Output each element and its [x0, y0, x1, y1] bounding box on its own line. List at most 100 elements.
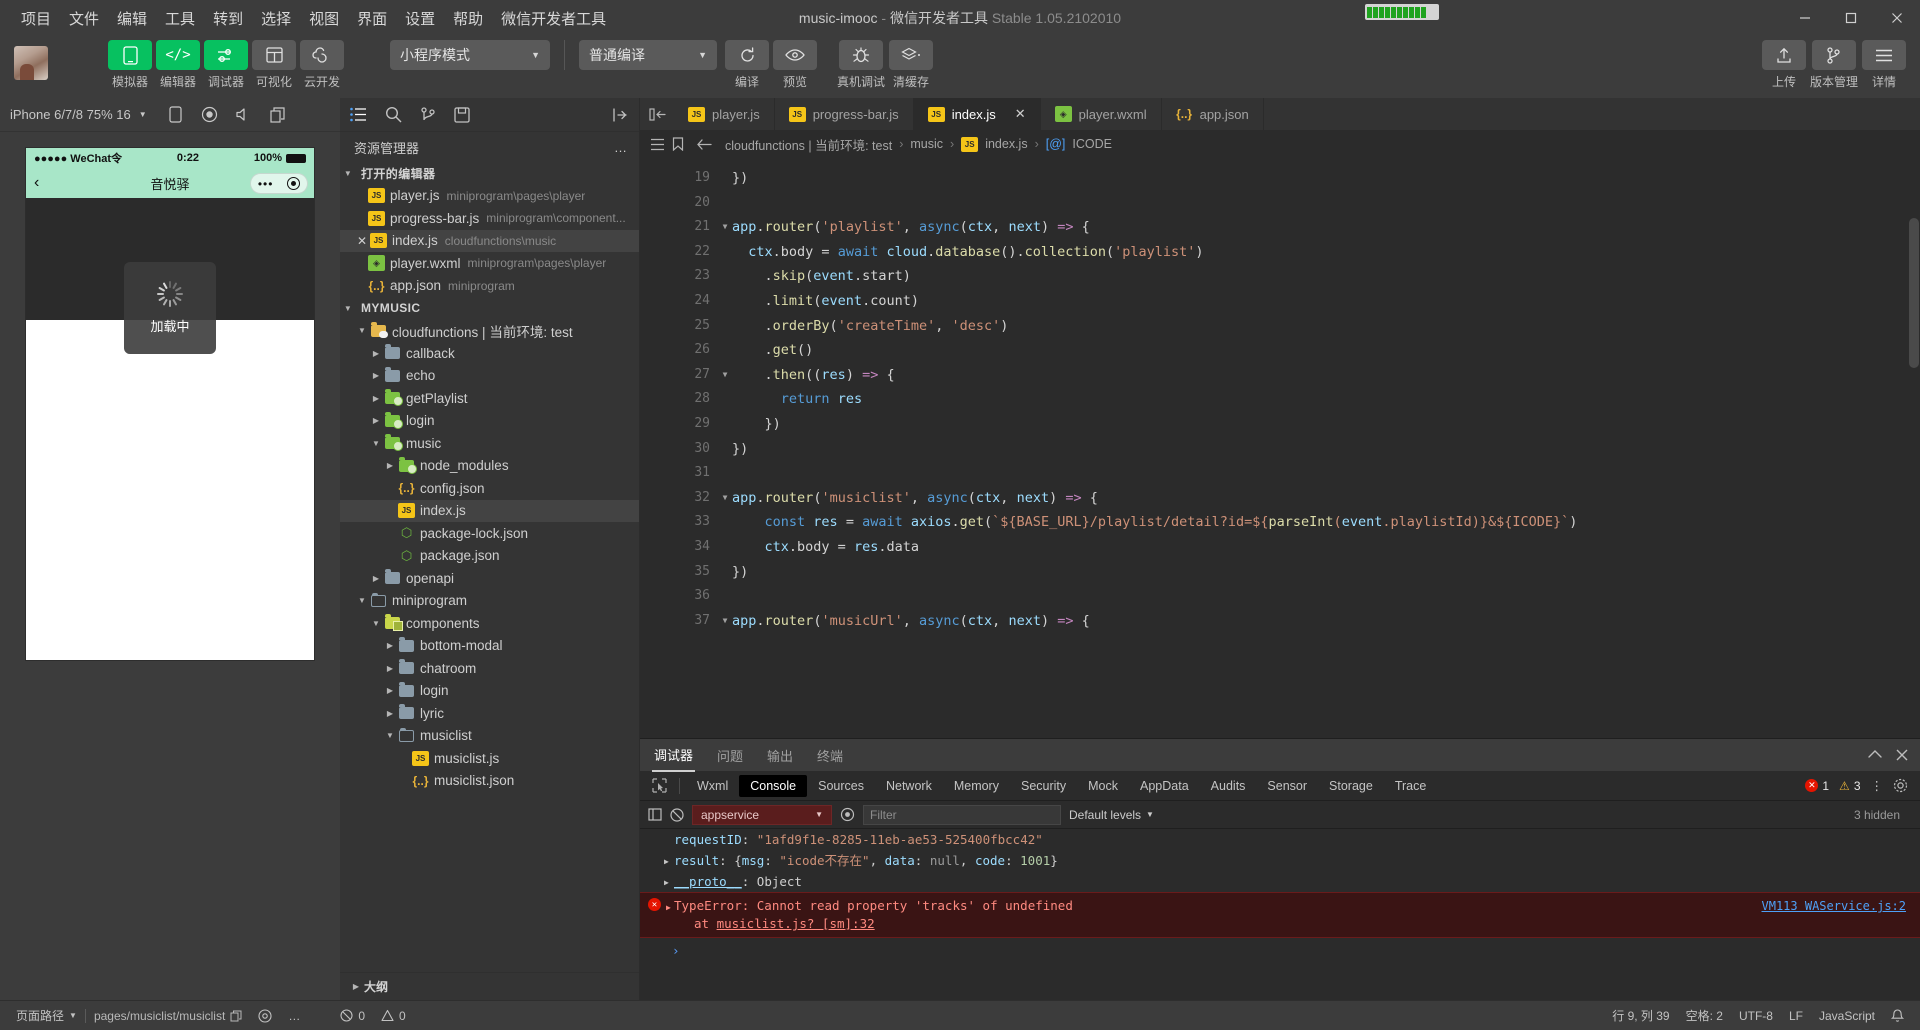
- chevron-right-icon[interactable]: ▶: [368, 371, 384, 380]
- chevron-up-icon[interactable]: [1868, 749, 1882, 761]
- line-ending[interactable]: LF: [1781, 1001, 1811, 1030]
- toggle-cloud[interactable]: 云开发: [300, 40, 344, 90]
- page-path-value-item[interactable]: pages/musiclist/musiclist: [86, 1001, 250, 1030]
- toggle-debugger[interactable]: 调试器: [204, 40, 248, 90]
- chevron-right-icon[interactable]: ▶: [382, 686, 398, 695]
- real-device-debug-button[interactable]: 真机调试: [837, 40, 885, 90]
- project-item-10[interactable]: ▶⬡ package.json: [340, 545, 639, 568]
- phone-close-target-icon[interactable]: [287, 177, 301, 190]
- clear-console-icon[interactable]: [670, 807, 684, 822]
- toggle-editor[interactable]: </> 编辑器: [156, 40, 200, 90]
- project-item-16[interactable]: ▶ login: [340, 680, 639, 703]
- scrollbar-thumb[interactable]: [1909, 218, 1919, 368]
- project-item-19[interactable]: ▶JS musiclist.js: [340, 747, 639, 770]
- warning-badge[interactable]: ⚠ 3: [1839, 779, 1860, 793]
- phone-rotate-icon[interactable]: [159, 100, 193, 130]
- menu-item-5[interactable]: 选择: [252, 4, 300, 33]
- chevron-down-icon[interactable]: ▼: [382, 731, 398, 740]
- chevron-right-icon[interactable]: ▶: [368, 394, 384, 403]
- open-editor-item-0[interactable]: JS player.js miniprogram\pages\player: [340, 185, 639, 208]
- avatar[interactable]: [14, 46, 48, 80]
- bookmark-icon[interactable]: [672, 137, 684, 151]
- devtools-tab-1[interactable]: Console: [739, 774, 808, 797]
- project-item-5[interactable]: ▼ music: [340, 432, 639, 455]
- chevron-right-icon[interactable]: ▶: [368, 349, 384, 358]
- status-eye-button[interactable]: [250, 1001, 280, 1030]
- minimize-button[interactable]: [1782, 0, 1828, 36]
- inspect-icon[interactable]: [646, 778, 673, 793]
- devtools-tab-5[interactable]: Security: [1010, 775, 1077, 797]
- chevron-right-icon[interactable]: ▶: [382, 641, 398, 650]
- debugger-panel-tab-0[interactable]: 调试器: [652, 739, 696, 772]
- fold-chevron-down-icon[interactable]: ▼: [718, 215, 732, 240]
- console-error-entry[interactable]: ✕ ▶ TypeError: Cannot read property 'tra…: [640, 892, 1920, 938]
- project-item-7[interactable]: ▶{..} config.json: [340, 477, 639, 500]
- record-icon[interactable]: [193, 100, 227, 130]
- mode-select[interactable]: 小程序模式 ▼: [390, 40, 550, 70]
- fold-chevron-down-icon[interactable]: ▼: [718, 486, 732, 511]
- tabs-overflow-icon[interactable]: [640, 98, 674, 130]
- editor-tab-2[interactable]: JS index.js ✕: [913, 98, 1041, 130]
- devtools-tab-2[interactable]: Sources: [807, 775, 875, 797]
- open-editor-item-4[interactable]: {..} app.json miniprogram: [340, 275, 639, 298]
- project-item-11[interactable]: ▶ openapi: [340, 567, 639, 590]
- menu-item-1[interactable]: 文件: [60, 4, 108, 33]
- details-button[interactable]: 详情: [1862, 40, 1906, 90]
- console-error-source[interactable]: musiclist.js? [sm]:32: [717, 916, 875, 931]
- fold-chevron-down-icon[interactable]: ▼: [718, 363, 732, 388]
- cursor-position[interactable]: 行 9, 列 39: [1604, 1001, 1677, 1030]
- console-filter-input[interactable]: Filter: [863, 804, 1061, 825]
- project-item-8[interactable]: ▶JS index.js: [340, 499, 639, 522]
- bell-icon[interactable]: [1883, 1001, 1912, 1030]
- toggle-visual[interactable]: 可视化: [252, 40, 296, 90]
- chevron-down-icon[interactable]: ▼: [368, 619, 384, 628]
- open-editor-item-3[interactable]: ◈ player.wxml miniprogram\pages\player: [340, 252, 639, 275]
- editor-tab-1[interactable]: JS progress-bar.js: [774, 98, 914, 130]
- chevron-down-icon[interactable]: ▼: [368, 439, 384, 448]
- code-content[interactable]: }) app.router('playlist', async(ctx, next…: [718, 158, 1920, 738]
- menu-item-3[interactable]: 工具: [156, 4, 204, 33]
- language-mode[interactable]: JavaScript: [1811, 1001, 1883, 1030]
- project-item-6[interactable]: ▶ node_modules: [340, 455, 639, 478]
- clear-cache-button[interactable]: 清缓存: [889, 40, 934, 90]
- menu-item-6[interactable]: 视图: [300, 4, 348, 33]
- open-editor-item-2[interactable]: ✕ JS index.js cloudfunctions\music: [340, 229, 639, 252]
- devtools-tab-11[interactable]: Trace: [1384, 775, 1438, 797]
- fold-chevron-down-icon[interactable]: ▼: [718, 609, 732, 634]
- console-output[interactable]: requestID: "1afd9f1e-8285-11eb-ae53-5254…: [640, 829, 1920, 1000]
- chevron-right-icon[interactable]: ▶: [382, 664, 398, 673]
- indentation[interactable]: 空格: 2: [1678, 1001, 1731, 1030]
- devtools-tab-6[interactable]: Mock: [1077, 775, 1129, 797]
- breadcrumb-item-2[interactable]: index.js: [985, 137, 1027, 151]
- project-item-3[interactable]: ▶ getPlaylist: [340, 387, 639, 410]
- device-selector-label[interactable]: iPhone 6/7/8 75% 16: [10, 107, 131, 122]
- compile-select[interactable]: 普通编译 ▼: [579, 40, 717, 70]
- menu-item-7[interactable]: 界面: [348, 4, 396, 33]
- expand-arrow-icon[interactable]: ▶: [666, 899, 671, 917]
- project-item-15[interactable]: ▶ chatroom: [340, 657, 639, 680]
- open-editors-section[interactable]: ▼ 打开的编辑器: [340, 162, 639, 185]
- devtools-tab-7[interactable]: AppData: [1129, 775, 1200, 797]
- console-line[interactable]: ▶ __proto__: Object: [640, 871, 1920, 892]
- expand-arrow-icon[interactable]: ▶: [664, 853, 669, 870]
- project-section[interactable]: ▼ MYMUSIC: [340, 297, 639, 320]
- chevron-right-icon[interactable]: ▶: [382, 461, 398, 470]
- console-error-right-source[interactable]: VM113 WAService.js:2: [1762, 897, 1920, 915]
- breadcrumb-list-icon[interactable]: [650, 138, 665, 151]
- problems-errors[interactable]: 0: [332, 1001, 373, 1030]
- project-item-14[interactable]: ▶ bottom-modal: [340, 635, 639, 658]
- encoding[interactable]: UTF-8: [1731, 1001, 1781, 1030]
- devtools-more-icon[interactable]: ⋮: [1871, 778, 1884, 793]
- copy-icon[interactable]: [230, 1010, 242, 1022]
- devtools-tab-8[interactable]: Audits: [1200, 775, 1257, 797]
- console-levels-select[interactable]: Default levels ▼: [1069, 808, 1154, 822]
- chevron-down-icon[interactable]: ▼: [354, 596, 370, 605]
- toggle-simulator[interactable]: 模拟器: [108, 40, 152, 90]
- debugger-panel-tab-3[interactable]: 终端: [815, 740, 845, 771]
- console-prompt[interactable]: ›: [640, 938, 1920, 958]
- chevron-down-icon[interactable]: ▼: [139, 110, 147, 119]
- close-icon[interactable]: [1896, 749, 1908, 761]
- project-item-9[interactable]: ▶⬡ package-lock.json: [340, 522, 639, 545]
- project-item-13[interactable]: ▼ components: [340, 612, 639, 635]
- menu-item-10[interactable]: 微信开发者工具: [492, 4, 615, 33]
